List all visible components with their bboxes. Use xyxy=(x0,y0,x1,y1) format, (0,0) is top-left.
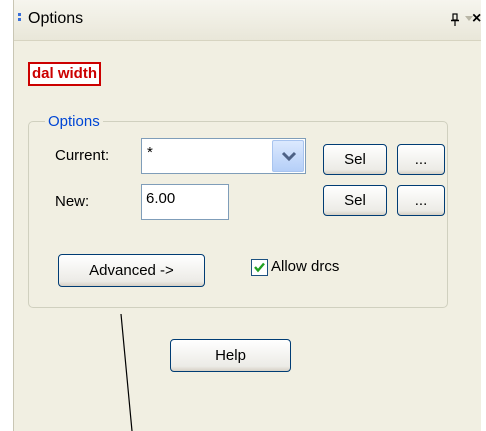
annotation-pointer-line xyxy=(120,313,133,431)
